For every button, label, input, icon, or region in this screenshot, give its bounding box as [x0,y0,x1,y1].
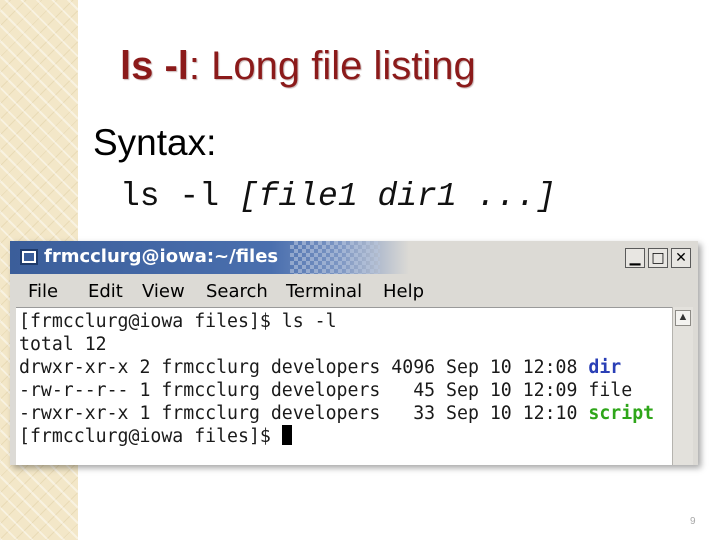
prompt-text: [frmcclurg@iowa files]$ [19,426,282,447]
directory-name: dir [588,357,622,378]
syntax-cmd: ls -l [120,178,239,215]
menu-view[interactable]: View [142,281,185,302]
menu-bar: File Edit View Search Terminal Help [16,279,692,305]
text-cursor [281,425,292,445]
close-button[interactable]: ✕ [671,248,691,268]
syntax-label: Syntax: [93,122,217,163]
title-rest: : Long file listing [188,44,476,88]
title-bar-pattern [290,241,380,274]
terminal-output[interactable]: [frmcclurg@iowa files]$ ls -l total 12 d… [16,307,672,465]
slide-title: ls -l: Long file listing [120,44,476,89]
terminal-line-total: total 12 [19,334,107,355]
listing-row-details: drwxr-xr-x 2 frmcclurg developers 4096 S… [19,357,589,378]
terminal-line-prompt: [frmcclurg@iowa files]$ ls -l [19,311,337,332]
terminal-line-prompt-current: [frmcclurg@iowa files]$ [19,425,292,448]
window-icon[interactable] [20,249,38,265]
listing-row-dir: drwxr-xr-x 2 frmcclurg developers 4096 S… [19,356,621,379]
minimize-button[interactable]: ▁ [625,248,645,268]
maximize-button[interactable]: □ [648,248,668,268]
title-keyword: ls -l [120,44,189,88]
syntax-command: ls -l [file1 dir1 ...] [120,178,556,215]
menu-file[interactable]: File [28,281,58,302]
menu-help[interactable]: Help [383,281,424,302]
window-title: frmcclurg@iowa:~/files [44,246,279,267]
terminal-title-bar[interactable]: frmcclurg@iowa:~/files ▁ □ ✕ [10,241,698,274]
page-number: 9 [690,516,696,527]
terminal-window: frmcclurg@iowa:~/files ▁ □ ✕ File Edit V… [10,241,698,465]
listing-row-script: -rwxr-xr-x 1 frmcclurg developers 33 Sep… [19,402,654,425]
menu-terminal[interactable]: Terminal [286,281,362,302]
vertical-scrollbar[interactable]: ▲ [672,307,693,465]
syntax-args: [file1 dir1 ...] [238,178,556,215]
script-name: script [588,403,655,424]
listing-row-details: -rwxr-xr-x 1 frmcclurg developers 33 Sep… [19,403,589,424]
menu-edit[interactable]: Edit [88,281,123,302]
scroll-up-icon[interactable]: ▲ [675,310,691,326]
menu-search[interactable]: Search [206,281,268,302]
file-name: file [588,380,633,401]
listing-row-file: -rw-r--r-- 1 frmcclurg developers 45 Sep… [19,379,632,402]
listing-row-details: -rw-r--r-- 1 frmcclurg developers 45 Sep… [19,380,589,401]
